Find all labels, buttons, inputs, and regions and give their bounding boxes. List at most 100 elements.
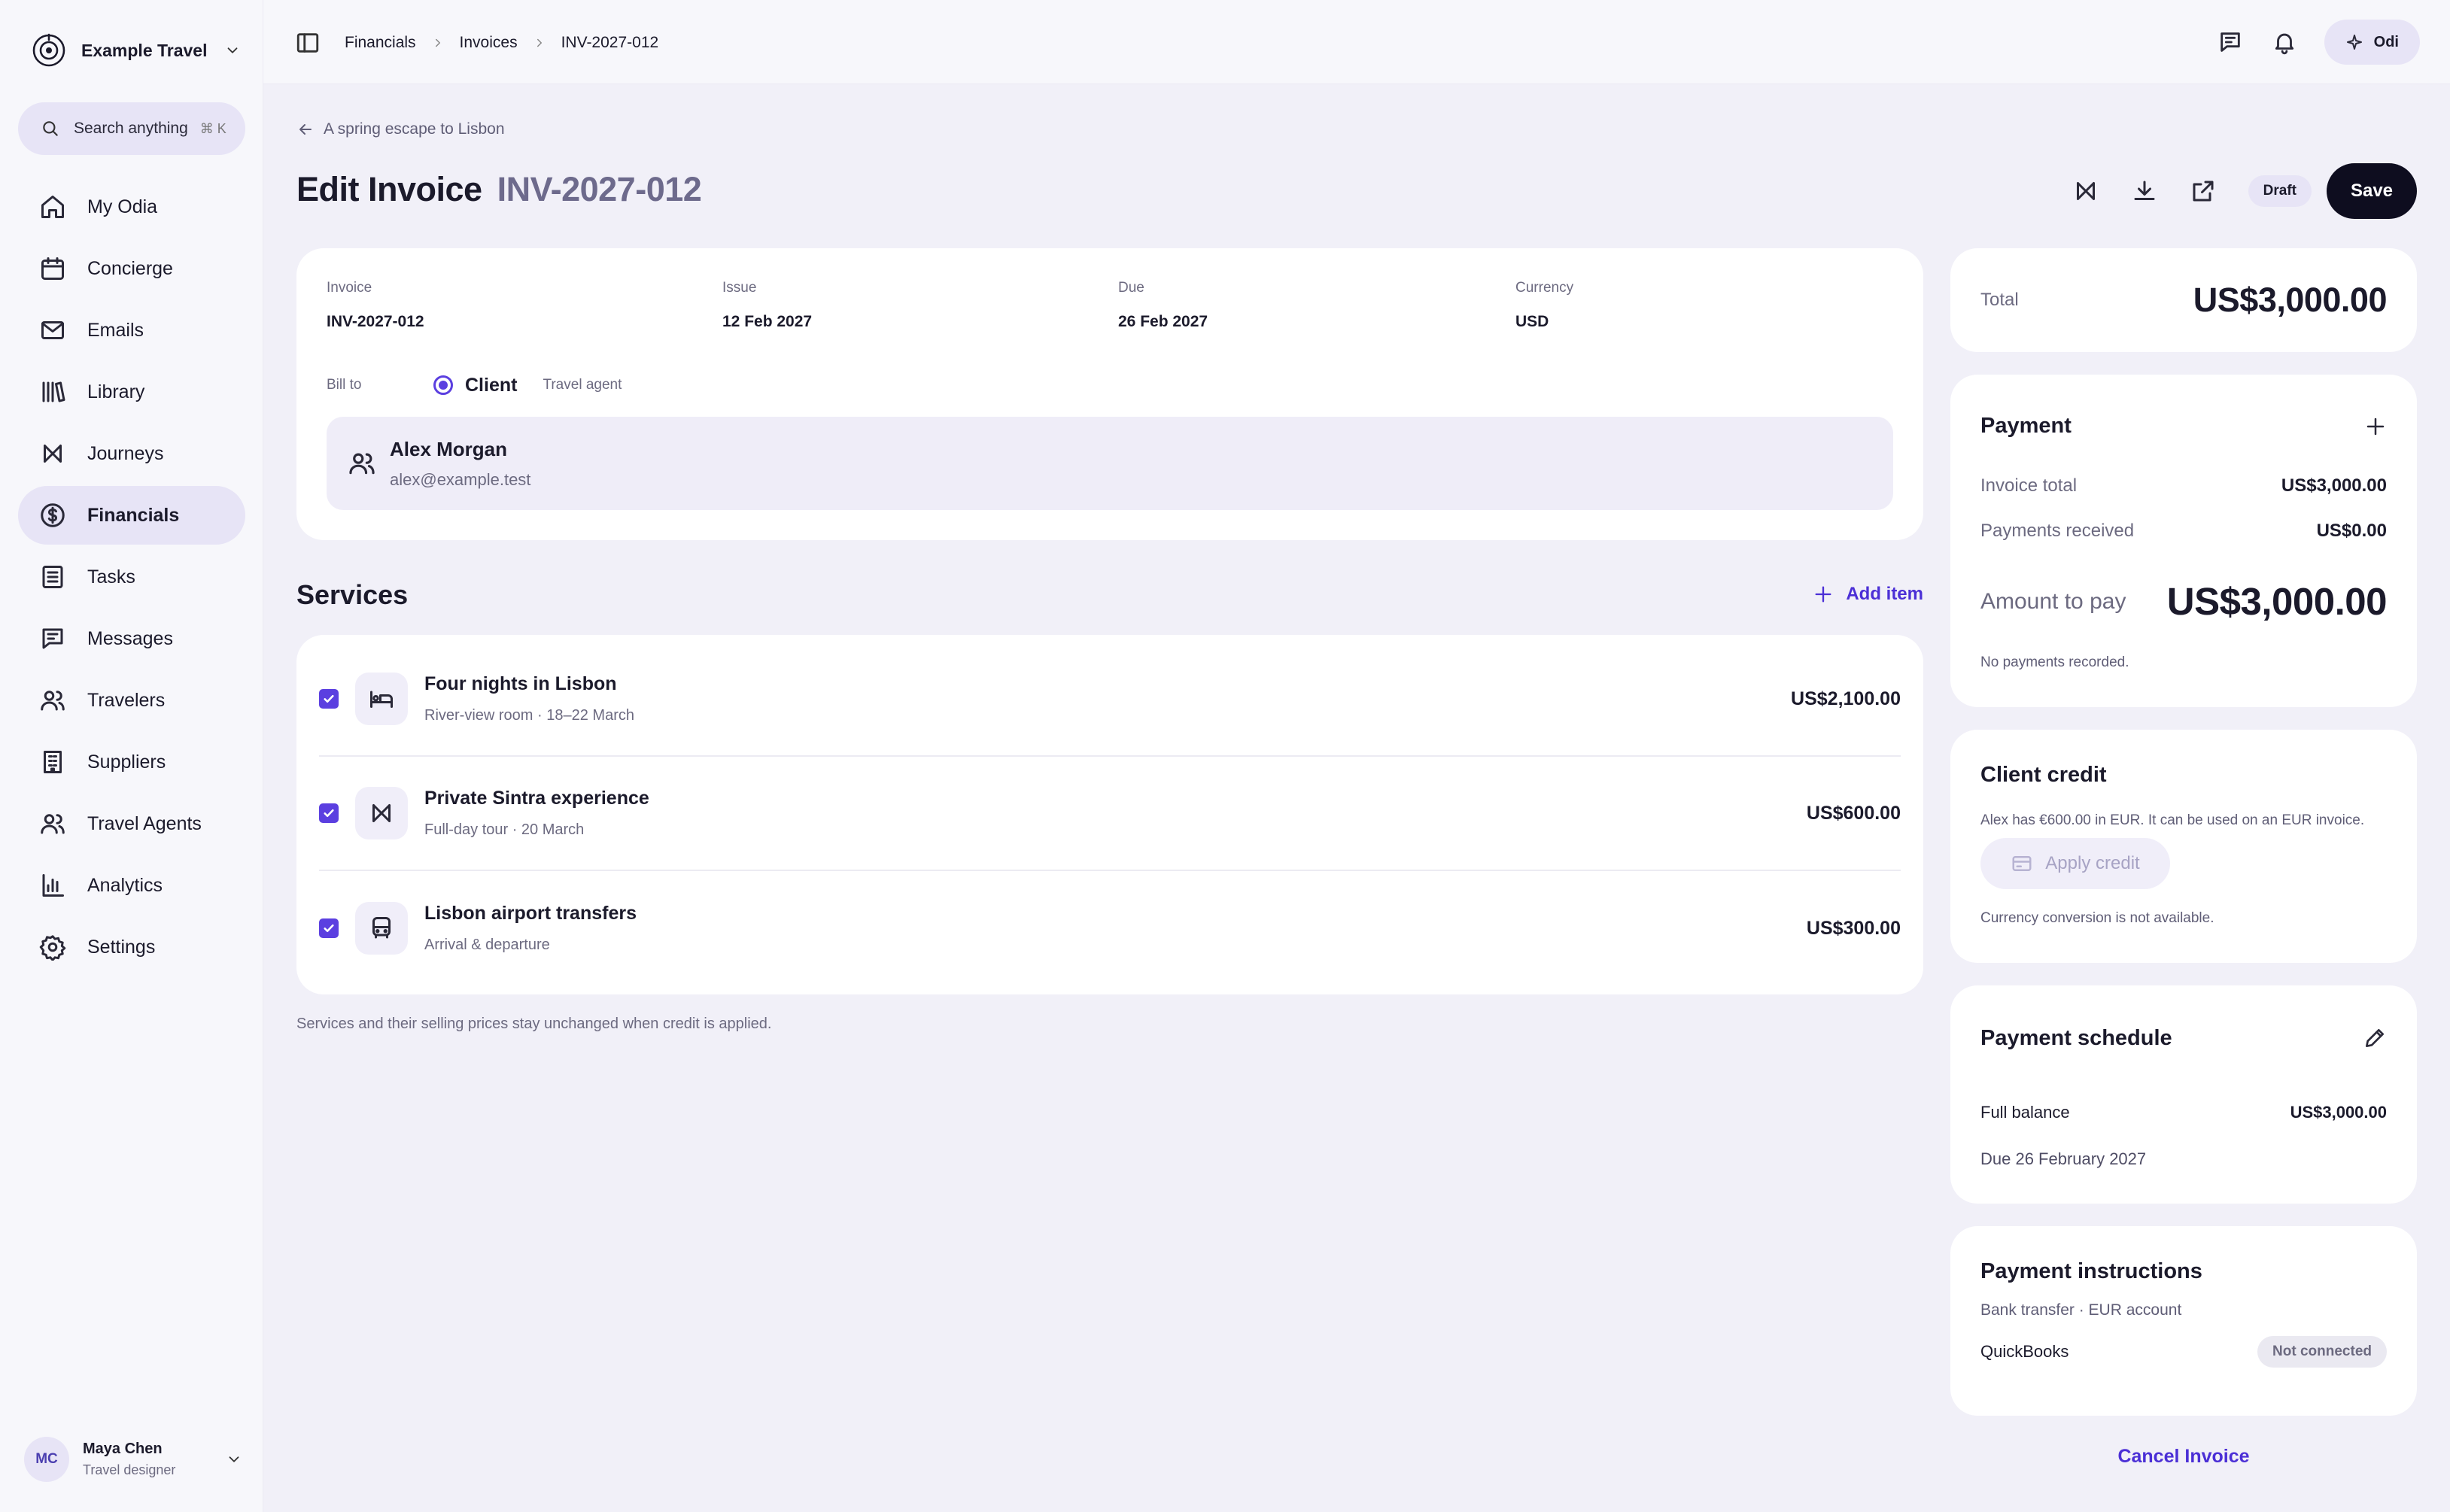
save-button[interactable]: Save (2327, 163, 2417, 219)
user-name: Maya Chen (83, 1441, 163, 1457)
currency-field[interactable]: Currency USD (1515, 280, 1573, 331)
chevron-down-icon (227, 47, 237, 53)
conversion-note: Currency conversion is not available. (1980, 910, 2214, 926)
journey-icon[interactable] (2072, 178, 2099, 205)
payment-schedule-card: Payment schedule Full balance US$3,000.0… (1950, 985, 2417, 1204)
sidebar-nav: My Odia Concierge Emails Library Journey… (18, 178, 245, 979)
check-icon (324, 809, 334, 818)
sidebar-item-label: Financials (87, 504, 180, 526)
due-date-field[interactable]: Due 26 Feb 2027 (1118, 280, 1208, 331)
sidebar-item-emails[interactable]: Emails (18, 301, 245, 360)
sidebar-item-library[interactable]: Library (18, 363, 245, 421)
sidebar-item-suppliers[interactable]: Suppliers (18, 733, 245, 791)
sidebar-item-settings[interactable]: Settings (18, 918, 245, 976)
invoice-total-label: Invoice total (1980, 475, 2078, 496)
service-checkbox[interactable] (319, 689, 339, 709)
sidebar-item-analytics[interactable]: Analytics (18, 856, 245, 915)
user-menu[interactable]: MC Maya Chen Travel designer (24, 1437, 242, 1482)
chevron-down-icon (229, 1456, 239, 1462)
payment-instructions-card: Payment instructions Bank transfer · EUR… (1950, 1226, 2417, 1416)
service-description: Full-day tour · 20 March (424, 821, 585, 838)
payment-method: Bank transfer · EUR account (1980, 1301, 2182, 1319)
service-checkbox[interactable] (319, 918, 339, 938)
service-checkbox[interactable] (319, 803, 339, 823)
bar-chart-icon (42, 874, 64, 897)
add-item-button[interactable]: Add item (1813, 584, 1923, 605)
check-icon (324, 924, 334, 933)
sidebar-item-label: Suppliers (87, 751, 166, 773)
mail-icon (41, 321, 64, 339)
integration-name: QuickBooks (1980, 1342, 2069, 1361)
issue-date-field[interactable]: Issue 12 Feb 2027 (722, 280, 812, 331)
add-item-label: Add item (1846, 584, 1923, 604)
sidebar-item-journeys[interactable]: Journeys (18, 424, 245, 483)
check-icon (324, 694, 334, 703)
pencil-icon[interactable] (2363, 1026, 2387, 1050)
invoice-number-field[interactable]: Invoice INV-2027-012 (327, 280, 424, 331)
list-item[interactable]: Private Sintra experience Full-day tour … (319, 757, 1901, 871)
arrow-left-icon (299, 124, 312, 135)
external-link-icon[interactable] (2190, 178, 2217, 205)
apply-credit-button[interactable]: Apply credit (1980, 838, 2170, 889)
payments-note: No payments recorded. (1980, 654, 2129, 670)
breadcrumb: Financials Invoices INV-2027-012 (345, 30, 658, 56)
cancel-invoice-link[interactable]: Cancel Invoice (1950, 1446, 2417, 1468)
sidebar-item-travelers[interactable]: Travelers (18, 671, 245, 730)
breadcrumb-current: INV-2027-012 (561, 34, 659, 51)
sidebar-item-tasks[interactable]: Tasks (18, 548, 245, 606)
field-value: 12 Feb 2027 (722, 313, 813, 330)
list-item[interactable]: Lisbon airport transfers Arrival & depar… (319, 871, 1901, 985)
service-type-badge (355, 673, 408, 725)
dollar-icon (41, 503, 65, 527)
sidebar-item-label: Tasks (87, 566, 135, 587)
sidebar-item-concierge[interactable]: Concierge (18, 239, 245, 298)
workspace-name: Example Travel (81, 40, 208, 60)
services-note: Services and their selling prices stay u… (296, 1016, 772, 1032)
library-icon (42, 381, 65, 402)
sidebar-item-label: Library (87, 381, 145, 402)
client-selector[interactable]: Alex Morgan alex@example.test (327, 417, 1893, 510)
sidebar-item-financials[interactable]: Financials (18, 486, 245, 545)
services-card: Four nights in Lisbon River-view room · … (296, 635, 1923, 994)
list-item[interactable]: Four nights in Lisbon River-view room · … (319, 642, 1901, 757)
workspace-switcher[interactable]: Example Travel (32, 32, 241, 69)
plus-icon (1815, 586, 1831, 603)
breadcrumb-invoices[interactable]: Invoices (460, 34, 518, 52)
bill-to-label: Bill to (327, 377, 362, 393)
amount-to-pay-row: Amount to pay US$3,000.00 (1980, 579, 2388, 624)
sidebar: Example Travel Search anything ⌘ K My Od… (0, 0, 263, 1512)
back-link[interactable]: A spring escape to Lisbon (296, 120, 505, 138)
assistant-button[interactable]: Odi (2324, 20, 2420, 65)
bill-to-agent-option[interactable]: Travel agent (543, 377, 622, 393)
bill-to-client-label[interactable]: Client (465, 375, 517, 396)
sidebar-item-label: Travelers (87, 689, 166, 711)
bill-to-client-radio[interactable] (433, 375, 453, 395)
chat-icon[interactable] (2217, 29, 2243, 55)
back-link-label: A spring escape to Lisbon (324, 120, 505, 138)
download-icon[interactable] (2131, 178, 2158, 205)
sidebar-item-label: Travel Agents (87, 812, 202, 834)
bell-icon[interactable] (2272, 29, 2297, 55)
home-icon (41, 196, 64, 218)
sidebar-item-my-odia[interactable]: My Odia (18, 178, 245, 236)
service-price: US$300.00 (1806, 917, 1901, 939)
journey-icon (44, 445, 62, 463)
sidebar-item-travel-agents[interactable]: Travel Agents (18, 794, 245, 853)
sidebar-toggle-icon[interactable] (295, 30, 321, 56)
amount-to-pay-label: Amount to pay (1980, 588, 2126, 614)
schedule-row: Full balance US$3,000.00 (1980, 1103, 2387, 1122)
plus-icon[interactable] (2364, 415, 2387, 438)
breadcrumb-financials[interactable]: Financials (345, 34, 416, 52)
sidebar-item-label: Settings (87, 936, 156, 958)
search-button[interactable]: Search anything ⌘ K (18, 102, 245, 155)
payments-received-label: Payments received (1980, 521, 2135, 541)
payment-schedule-heading: Payment schedule (1980, 1026, 2172, 1050)
sidebar-item-messages[interactable]: Messages (18, 609, 245, 668)
client-credit-heading: Client credit (1980, 763, 2107, 787)
top-bar: Financials Invoices INV-2027-012 Odi (263, 0, 2450, 84)
services-heading: Services (296, 579, 409, 610)
service-price: US$600.00 (1806, 802, 1901, 824)
search-icon (43, 121, 58, 136)
calendar-icon (41, 257, 64, 280)
sidebar-item-label: Messages (87, 627, 173, 649)
